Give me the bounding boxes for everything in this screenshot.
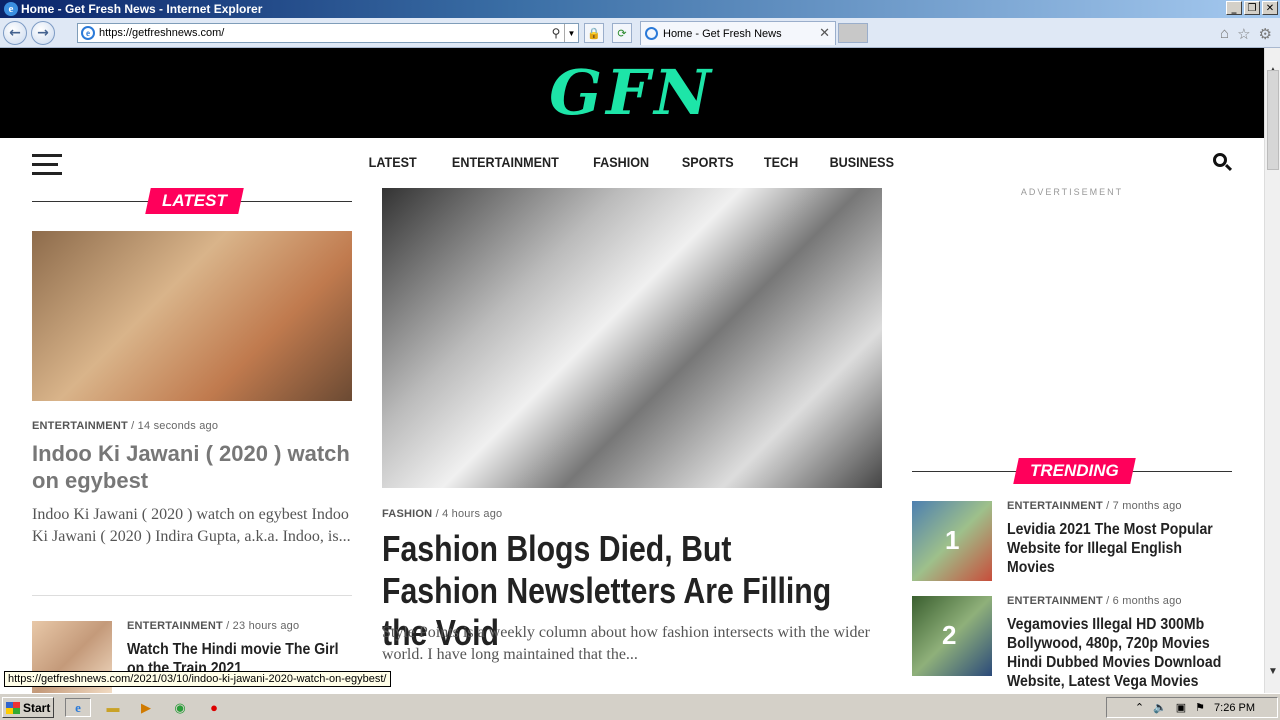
folder-icon[interactable]: ▬ <box>103 698 123 717</box>
chrome-icon[interactable]: ◉ <box>170 698 190 717</box>
ie-favicon-icon: e <box>81 26 95 40</box>
latest-featured-excerpt: Indoo Ki Jawani ( 2020 ) watch on egybes… <box>32 506 351 545</box>
search-icon[interactable]: ⚲ <box>548 26 564 40</box>
nav-tech[interactable]: TECH <box>764 154 798 170</box>
time-label: 23 hours ago <box>232 620 300 632</box>
scrollbar-thumb[interactable] <box>1267 70 1279 170</box>
scroll-down-icon[interactable]: ▼ <box>1265 663 1280 679</box>
tab-home[interactable]: Home - Get Fresh News ✕ <box>640 21 836 45</box>
minimize-button[interactable]: _ <box>1226 1 1242 15</box>
window-titlebar: e Home - Get Fresh News - Internet Explo… <box>0 0 1280 18</box>
home-icon[interactable]: ⌂ <box>1220 25 1229 43</box>
site-header: GFN <box>0 48 1264 138</box>
refresh-icon[interactable]: ⟳ <box>612 23 632 43</box>
opera-icon[interactable]: ● <box>204 698 224 717</box>
trending-rank: 2 <box>942 620 957 650</box>
category-label[interactable]: ENTERTAINMENT <box>127 620 223 632</box>
windows-flag-icon <box>6 701 20 714</box>
start-label: Start <box>23 700 51 715</box>
trending-thumbnail-1[interactable]: 1 <box>912 501 992 581</box>
new-tab-button[interactable] <box>838 23 868 43</box>
tray-expand-icon[interactable]: ⌃ <box>1135 701 1144 714</box>
trending-thumbnail-2[interactable]: 2 <box>912 596 992 676</box>
page-scrollbar[interactable]: ▲ ▼ <box>1264 48 1280 693</box>
tab-title: Home - Get Fresh News <box>663 27 782 40</box>
ie-taskbar-icon[interactable]: e <box>65 698 91 717</box>
start-button[interactable]: Start <box>2 697 54 718</box>
trending-rank: 1 <box>945 525 960 555</box>
window-title: Home - Get Fresh News - Internet Explore… <box>21 2 263 16</box>
time-label: 14 seconds ago <box>137 420 219 432</box>
status-bar-url: https://getfreshnews.com/2021/03/10/indo… <box>4 671 391 687</box>
time-label: 4 hours ago <box>442 508 503 520</box>
close-tab-icon[interactable]: ✕ <box>819 25 830 41</box>
main-excerpt: Style Points is a weekly column about ho… <box>382 624 870 663</box>
category-label[interactable]: ENTERTAINMENT <box>1007 500 1103 512</box>
close-button[interactable]: ✕ <box>1262 1 1278 15</box>
time-label: 6 months ago <box>1112 595 1182 607</box>
site-logo[interactable]: GFN <box>0 56 1264 129</box>
nav-latest[interactable]: LATEST <box>369 154 417 170</box>
nav-fashion[interactable]: FASHION <box>593 154 649 170</box>
main-meta: FASHION / 4 hours ago <box>382 508 503 520</box>
trending-section-header: TRENDING <box>912 458 1232 486</box>
restore-button[interactable]: ❐ <box>1244 1 1260 15</box>
clock[interactable]: 7:26 PM <box>1214 702 1255 714</box>
chevron-down-icon[interactable]: ▼ <box>564 24 578 42</box>
latest-featured-title[interactable]: Indoo Ki Jawani ( 2020 ) watch on egybes… <box>32 440 362 494</box>
system-tray: ⌃ 🔈 ▣ ⚑ 7:26 PM <box>1106 697 1278 718</box>
trending-meta-1: ENTERTAINMENT / 7 months ago <box>1007 500 1182 512</box>
tab-favicon-icon <box>645 27 658 40</box>
gear-icon[interactable]: ⚙ <box>1259 25 1272 43</box>
volume-icon[interactable]: 🔈 <box>1153 701 1167 714</box>
latest-featured-image[interactable] <box>32 231 352 401</box>
latest-heading: LATEST <box>162 191 227 210</box>
category-label[interactable]: ENTERTAINMENT <box>32 420 128 432</box>
address-input[interactable]: https://getfreshnews.com/ <box>99 27 548 39</box>
divider <box>32 595 352 596</box>
network-icon[interactable]: ▣ <box>1176 701 1186 714</box>
lock-icon[interactable]: 🔒 <box>584 23 604 43</box>
back-button[interactable]: ← <box>3 21 27 45</box>
category-label[interactable]: FASHION <box>382 508 432 520</box>
browser-toolbar: ← → e https://getfreshnews.com/ ⚲ ▼ 🔒 ⟳ … <box>0 18 1280 48</box>
taskbar: Start e ▬ ▶ ◉ ● ⌃ 🔈 ▣ ⚑ 7:26 PM <box>0 693 1280 720</box>
latest-section-header: LATEST <box>32 188 352 216</box>
main-navigation: LATEST ENTERTAINMENT FASHION SPORTS TECH… <box>0 138 1264 188</box>
trending-title-1[interactable]: Levidia 2021 The Most Popular Website fo… <box>1007 520 1231 577</box>
trending-heading: TRENDING <box>1030 461 1119 480</box>
latest-featured-meta: ENTERTAINMENT / 14 seconds ago <box>32 420 219 432</box>
trending-title-2[interactable]: Vegamovies Illegal HD 300Mb Bollywood, 4… <box>1007 615 1231 691</box>
time-label: 7 months ago <box>1112 500 1182 512</box>
nav-entertainment[interactable]: ENTERTAINMENT <box>452 154 559 170</box>
search-icon[interactable] <box>1213 153 1233 172</box>
nav-business[interactable]: BUSINESS <box>830 154 894 170</box>
ad-label: ADVERTISEMENT <box>1020 187 1124 197</box>
category-label[interactable]: ENTERTAINMENT <box>1007 595 1103 607</box>
favorites-star-icon[interactable]: ☆ <box>1237 25 1250 43</box>
latest-second-meta: ENTERTAINMENT / 23 hours ago <box>127 620 300 632</box>
main-featured-image[interactable] <box>382 188 882 488</box>
media-player-icon[interactable]: ▶ <box>136 698 156 717</box>
forward-button[interactable]: → <box>31 21 55 45</box>
trending-meta-2: ENTERTAINMENT / 6 months ago <box>1007 595 1182 607</box>
flag-icon[interactable]: ⚑ <box>1195 701 1205 714</box>
nav-sports[interactable]: SPORTS <box>681 154 733 170</box>
ie-logo-icon: e <box>4 2 18 16</box>
address-bar[interactable]: e https://getfreshnews.com/ ⚲ ▼ <box>77 23 579 43</box>
